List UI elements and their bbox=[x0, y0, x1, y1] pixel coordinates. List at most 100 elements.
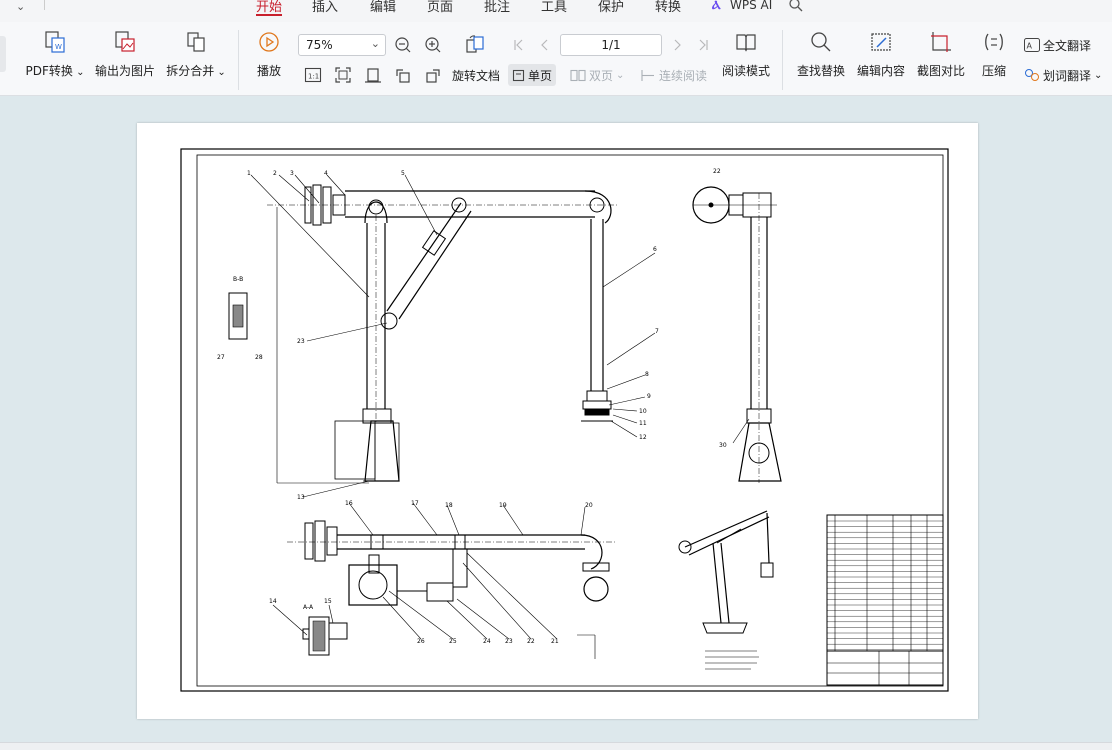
zoom-out-icon[interactable] bbox=[394, 36, 412, 54]
zoom-value: 75% bbox=[306, 38, 333, 52]
tab-protect[interactable]: 保护 bbox=[598, 0, 624, 15]
callout-3: 3 bbox=[290, 170, 294, 177]
continuous-read-button[interactable]: 连续阅读 bbox=[640, 64, 707, 86]
wps-ai-button[interactable]: Ⲁ WPS AI bbox=[712, 0, 772, 14]
word-translate-button[interactable]: 划词翻译 ⌄ bbox=[1024, 64, 1102, 86]
callout-24: 24 bbox=[483, 638, 491, 645]
callout-17: 17 bbox=[411, 500, 419, 507]
callout-4: 4 bbox=[324, 170, 328, 177]
play-label: 播放 bbox=[256, 64, 281, 78]
callout-27: 27 bbox=[217, 354, 225, 361]
tab-page[interactable]: 页面 bbox=[427, 0, 453, 15]
callout-18: 18 bbox=[445, 502, 453, 509]
pdf-convert-label: PDF转换 bbox=[26, 62, 85, 79]
section-label-aa: A-A bbox=[303, 604, 314, 611]
compress-button[interactable]: 压缩 bbox=[978, 30, 1010, 90]
rotate-document-icon[interactable] bbox=[464, 34, 486, 56]
callout-16: 16 bbox=[345, 500, 353, 507]
tab-convert[interactable]: 转换 bbox=[655, 0, 681, 15]
ribbon-divider bbox=[238, 30, 239, 90]
zoom-in-icon[interactable] bbox=[424, 36, 442, 54]
document-page: 1 2 3 4 5 6 7 8 9 10 11 12 13 22 23 27 2… bbox=[137, 123, 978, 719]
read-mode-button[interactable]: 阅读模式 bbox=[720, 30, 772, 90]
callout-12: 12 bbox=[639, 434, 647, 441]
tab-home[interactable]: 开始 bbox=[256, 0, 283, 16]
split-merge-button[interactable]: 拆分合并 bbox=[166, 30, 226, 90]
export-image-button[interactable]: 输出为图片 bbox=[94, 30, 156, 90]
pdf-convert-icon: W bbox=[45, 31, 65, 53]
edit-content-button[interactable]: 编辑内容 bbox=[856, 30, 906, 90]
callout-28: 28 bbox=[255, 354, 263, 361]
tab-tools[interactable]: 工具 bbox=[541, 0, 567, 15]
callout-25: 25 bbox=[449, 638, 457, 645]
find-replace-button[interactable]: 查找替换 bbox=[796, 30, 846, 90]
callout-2: 2 bbox=[273, 170, 277, 177]
callout-13: 13 bbox=[297, 494, 305, 501]
translate-icon: A bbox=[1024, 38, 1040, 52]
compress-label: 压缩 bbox=[981, 64, 1006, 78]
zoom-select[interactable]: 75% ⌄ bbox=[298, 34, 386, 56]
export-image-label: 输出为图片 bbox=[94, 64, 155, 78]
next-page-icon[interactable] bbox=[670, 38, 684, 52]
fit-width-icon[interactable] bbox=[364, 66, 382, 84]
full-translate-label: 全文翻译 bbox=[1043, 38, 1092, 53]
collapse-chevron-icon[interactable]: ⌄ bbox=[16, 0, 34, 13]
callout-19: 19 bbox=[499, 502, 507, 509]
callout-7: 7 bbox=[655, 328, 659, 335]
screenshot-compare-icon bbox=[931, 32, 951, 52]
callout-21: 21 bbox=[551, 638, 559, 645]
tab-edit[interactable]: 编辑 bbox=[370, 0, 396, 15]
full-translate-button[interactable]: A 全文翻译 bbox=[1024, 34, 1091, 56]
ribbon-left-edge bbox=[0, 36, 6, 72]
tab-annotate[interactable]: 批注 bbox=[484, 0, 510, 15]
export-image-icon bbox=[115, 31, 135, 52]
tab-insert[interactable]: 插入 bbox=[312, 0, 338, 15]
wps-ai-logo-icon: Ⲁ bbox=[712, 0, 721, 12]
single-page-button[interactable]: 单页 bbox=[508, 64, 557, 86]
single-page-label: 单页 bbox=[528, 68, 553, 83]
split-merge-label: 拆分合并 bbox=[166, 62, 226, 79]
find-replace-label: 查找替换 bbox=[796, 64, 845, 78]
double-page-label: 双页 bbox=[589, 68, 614, 83]
double-page-chevron-icon: ⌄ bbox=[616, 69, 625, 81]
double-page-icon bbox=[570, 69, 586, 81]
callout-10: 10 bbox=[639, 408, 647, 415]
zoom-dropdown-chevron-icon: ⌄ bbox=[370, 37, 380, 50]
play-button[interactable]: 播放 bbox=[254, 30, 284, 90]
callout-1: 1 bbox=[247, 170, 251, 177]
edit-content-icon bbox=[871, 33, 891, 51]
pdf-convert-button[interactable]: W PDF转换 bbox=[26, 30, 84, 90]
previous-page-icon[interactable] bbox=[538, 38, 552, 52]
last-page-icon[interactable] bbox=[696, 38, 710, 52]
first-page-icon[interactable] bbox=[512, 38, 526, 52]
double-page-button[interactable]: 双页 ⌄ bbox=[570, 64, 624, 86]
rotate-left-icon[interactable] bbox=[394, 66, 412, 84]
callout-22-top: 22 bbox=[713, 168, 721, 175]
screenshot-compare-label: 截图对比 bbox=[916, 64, 965, 78]
split-merge-icon bbox=[187, 32, 205, 52]
svg-text:A: A bbox=[1027, 42, 1033, 51]
menu-divider bbox=[44, 0, 45, 10]
fit-page-icon[interactable] bbox=[334, 66, 352, 84]
page-number-input[interactable]: 1/1 bbox=[560, 34, 662, 56]
status-bar bbox=[0, 742, 1112, 750]
callout-23-bottom: 23 bbox=[505, 638, 513, 645]
callout-30: 30 bbox=[719, 442, 727, 449]
callout-11: 11 bbox=[639, 420, 647, 427]
rotate-right-icon[interactable] bbox=[424, 66, 442, 84]
word-translate-chevron-icon: ⌄ bbox=[1094, 69, 1103, 81]
callout-5: 5 bbox=[401, 170, 405, 177]
search-icon[interactable] bbox=[788, 0, 804, 13]
screenshot-compare-button[interactable]: 截图对比 bbox=[916, 30, 966, 90]
callout-26: 26 bbox=[417, 638, 425, 645]
actual-size-glyph: 1:1 bbox=[308, 73, 319, 81]
rotate-document-label[interactable]: 旋转文档 bbox=[452, 64, 500, 86]
engineering-drawing: 1 2 3 4 5 6 7 8 9 10 11 12 13 22 23 27 2… bbox=[180, 148, 949, 692]
actual-size-icon[interactable]: 1:1 bbox=[304, 66, 322, 84]
word-translate-icon bbox=[1025, 69, 1039, 81]
callout-6: 6 bbox=[653, 246, 657, 253]
callout-15: 15 bbox=[324, 598, 332, 605]
book-icon bbox=[736, 34, 756, 52]
single-page-icon bbox=[512, 69, 525, 81]
magnifier-icon bbox=[811, 32, 831, 52]
